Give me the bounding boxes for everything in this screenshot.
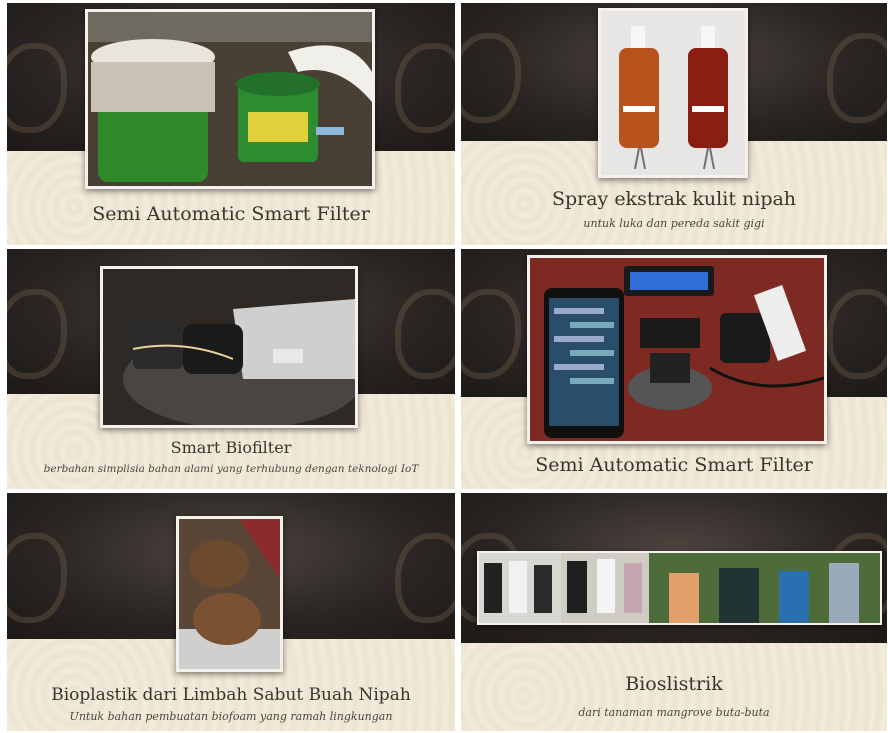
biofilter-device-photo (100, 266, 358, 428)
card-subtitle: berbahan simplisia bahan alami yang terh… (43, 463, 419, 475)
iot-filter-photo (527, 255, 827, 444)
card-title: Semi Automatic Smart Filter (535, 454, 813, 476)
bioplastic-photo (176, 516, 283, 672)
product-card-smart-biofilter: Smart Biofilter berbahan simplisia bahan… (7, 249, 455, 489)
ornament-right-icon (395, 289, 455, 379)
product-card-spray: Spray ekstrak kulit nipah untuk luka dan… (461, 3, 887, 245)
product-card-smart-filter-2: Semi Automatic Smart Filter (461, 249, 887, 489)
ornament-right-icon (395, 533, 455, 623)
ornament-right-icon (827, 289, 887, 379)
card-subtitle: dari tanaman mangrove buta-buta (578, 706, 770, 719)
card-subtitle: untuk luka dan pereda sakit gigi (583, 217, 765, 230)
product-card-bioslistrik: Bioslistrik dari tanaman mangrove buta-b… (461, 493, 887, 731)
spray-bottles-photo (598, 8, 748, 178)
product-card-smart-filter-1: Semi Automatic Smart Filter (7, 3, 455, 245)
card-title: Smart Biofilter (170, 438, 292, 457)
bioslistrik-photo-strip (477, 551, 882, 625)
smart-filter-photo (85, 9, 375, 189)
card-title: Semi Automatic Smart Filter (92, 203, 370, 225)
card-title: Spray ekstrak kulit nipah (551, 188, 797, 210)
ornament-right-icon (395, 43, 455, 133)
product-card-bioplastik: Bioplastik dari Limbah Sabut Buah Nipah … (7, 493, 455, 731)
card-title: Bioplastik dari Limbah Sabut Buah Nipah (51, 685, 411, 705)
ornament-right-icon (827, 33, 887, 123)
card-subtitle: Untuk bahan pembuatan biofoam yang ramah… (69, 710, 393, 723)
card-title: Bioslistrik (625, 673, 723, 695)
